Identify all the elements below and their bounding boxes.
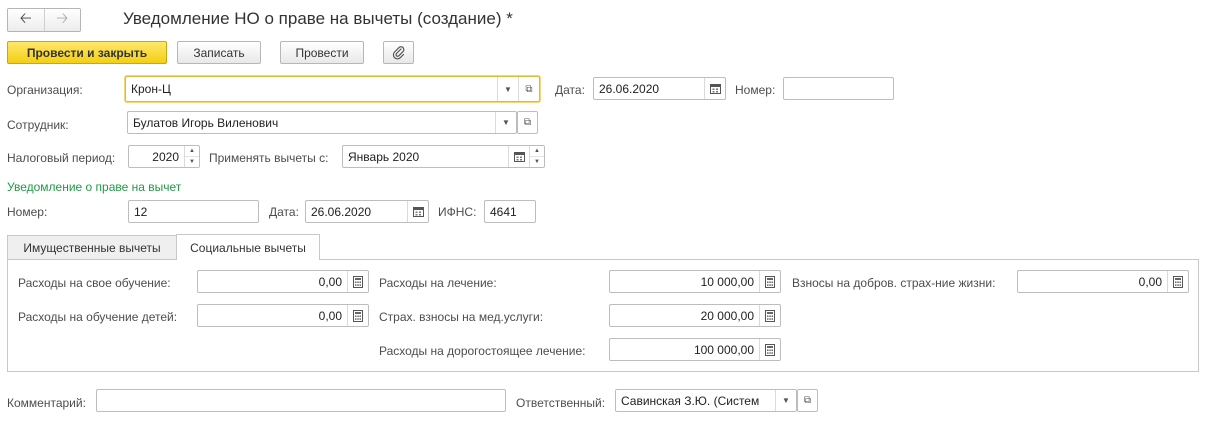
dropdown-arrow-icon[interactable]: ▼ [775, 390, 796, 411]
open-icon: ⧉ [803, 395, 812, 406]
notice-date-label: Дата: [269, 205, 299, 219]
tab-social-deductions[interactable]: Социальные вычеты [176, 234, 320, 260]
post-and-close-button[interactable]: Провести и закрыть [7, 41, 167, 64]
calendar-icon[interactable] [407, 201, 428, 222]
save-button[interactable]: Записать [177, 41, 261, 64]
post-button[interactable]: Провести [280, 41, 364, 64]
open-icon[interactable]: ⧉ [518, 77, 539, 101]
treatment-label: Расходы на лечение: [379, 276, 497, 290]
tab-joiner [177, 258, 319, 260]
date-label: Дата: [555, 83, 585, 97]
arrow-right-icon: 🡢 [56, 9, 69, 27]
forward-button[interactable]: 🡢 [43, 9, 81, 31]
ifns-label: ИФНС: [438, 205, 477, 219]
arrow-left-icon: 🡠 [19, 9, 32, 27]
notice-date-value: 26.06.2020 [311, 204, 372, 219]
treatment-value: 10 000,00 [700, 274, 754, 289]
dropdown-arrow-icon[interactable]: ▼ [495, 112, 516, 133]
back-button[interactable]: 🡠 [8, 9, 44, 31]
employee-open-button[interactable]: ⧉ [517, 111, 538, 134]
spin-buttons[interactable]: ▲ ▼ [529, 146, 544, 167]
spin-buttons[interactable]: ▲ ▼ [184, 146, 199, 167]
nav-buttons: 🡠 🡢 [7, 8, 81, 32]
apply-from-field[interactable]: Январь 2020 ▲ ▼ [342, 145, 545, 168]
treatment-field[interactable]: 10 000,00 [609, 270, 781, 293]
own-education-field[interactable]: 0,00 [197, 270, 369, 293]
organization-field[interactable]: Крон-Ц ▼ ⧉ [125, 76, 540, 102]
comment-label: Комментарий: [7, 396, 86, 410]
med-insurance-field[interactable]: 20 000,00 [609, 304, 781, 327]
children-education-field[interactable]: 0,00 [197, 304, 369, 327]
paperclip-icon [392, 45, 404, 59]
med-insurance-value: 20 000,00 [700, 308, 754, 323]
ifns-value: 4641 [490, 204, 517, 219]
children-education-value: 0,00 [318, 308, 342, 323]
date-field[interactable]: 26.06.2020 [593, 77, 726, 100]
calendar-icon[interactable] [704, 78, 725, 99]
calculator-icon[interactable] [759, 271, 780, 292]
tab-label: Имущественные вычеты [23, 240, 161, 255]
apply-from-label: Применять вычеты с: [209, 151, 329, 165]
dropdown-arrow-icon[interactable]: ▼ [497, 77, 518, 101]
open-icon: ⧉ [523, 117, 532, 128]
tax-period-label: Налоговый период: [7, 151, 116, 165]
spin-down-icon[interactable]: ▼ [185, 156, 199, 167]
life-insurance-label: Взносы на добров. страх-ние жизни: [792, 276, 996, 290]
responsible-label: Ответственный: [516, 396, 606, 410]
employee-label: Сотрудник: [7, 118, 69, 132]
notice-number-value: 12 [134, 204, 148, 219]
comment-field[interactable] [96, 389, 506, 412]
employee-field[interactable]: Булатов Игорь Виленович ▼ [127, 111, 517, 134]
calculator-icon[interactable] [759, 305, 780, 326]
tab-label: Социальные вычеты [190, 240, 306, 255]
attach-button[interactable] [383, 41, 414, 64]
life-insurance-field[interactable]: 0,00 [1017, 270, 1189, 293]
apply-from-value: Январь 2020 [348, 149, 420, 164]
organization-value: Крон-Ц [131, 82, 171, 96]
own-education-value: 0,00 [318, 274, 342, 289]
tax-period-value: 2020 [152, 149, 179, 164]
notice-date-field[interactable]: 26.06.2020 [305, 200, 429, 223]
spin-up-icon[interactable]: ▲ [530, 146, 544, 156]
calculator-icon[interactable] [347, 271, 368, 292]
ifns-field[interactable]: 4641 [484, 200, 536, 223]
organization-label: Организация: [7, 83, 83, 97]
responsible-open-button[interactable]: ⧉ [797, 389, 818, 412]
date-value: 26.06.2020 [599, 81, 660, 96]
page-title: Уведомление НО о праве на вычеты (создан… [123, 9, 513, 28]
spin-up-icon[interactable]: ▲ [185, 146, 199, 156]
med-insurance-label: Страх. взносы на мед.услуги: [379, 310, 544, 324]
tax-period-field[interactable]: 2020 ▲ ▼ [128, 145, 200, 168]
spin-down-icon[interactable]: ▼ [530, 156, 544, 167]
calendar-icon[interactable] [508, 146, 529, 167]
tab-property-deductions[interactable]: Имущественные вычеты [7, 235, 177, 259]
calculator-icon[interactable] [1167, 271, 1188, 292]
life-insurance-value: 0,00 [1138, 274, 1162, 289]
responsible-field[interactable]: Савинская З.Ю. (Систем ▼ [615, 389, 797, 412]
responsible-value: Савинская З.Ю. (Систем [621, 393, 760, 408]
number-label: Номер: [735, 83, 776, 97]
number-field[interactable] [783, 77, 894, 100]
expensive-treatment-field[interactable]: 100 000,00 [609, 338, 781, 361]
expensive-treatment-value: 100 000,00 [693, 342, 754, 357]
notice-number-field[interactable]: 12 [128, 200, 259, 223]
children-education-label: Расходы на обучение детей: [18, 310, 178, 324]
employee-value: Булатов Игорь Виленович [133, 115, 279, 130]
calculator-icon[interactable] [759, 339, 780, 360]
own-education-label: Расходы на свое обучение: [18, 276, 171, 290]
notice-section-title: Уведомление о праве на вычет [7, 180, 182, 194]
expensive-treatment-label: Расходы на дорогостоящее лечение: [379, 344, 586, 358]
notice-number-label: Номер: [7, 205, 48, 219]
calculator-icon[interactable] [347, 305, 368, 326]
